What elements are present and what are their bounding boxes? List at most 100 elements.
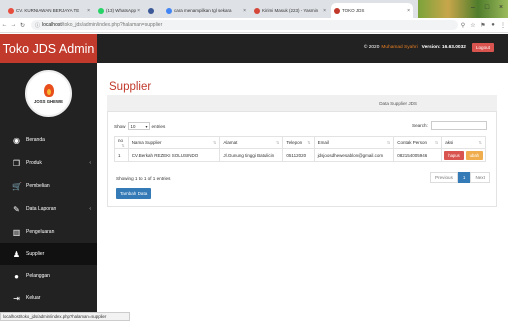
tab-label: Kirimi Masuk (223) - Yasmin <box>262 8 319 13</box>
minimize-icon[interactable]: – <box>466 0 480 18</box>
supplier-icon: ♟ <box>12 249 21 259</box>
logout-icon: ⇥ <box>13 293 20 303</box>
search-control: Search: <box>412 121 487 130</box>
sidebar-item-label: Data Laporan <box>26 206 57 212</box>
search-label: Search: <box>412 123 428 128</box>
sidebar-item-produk[interactable]: ❒ Produk ‹ <box>0 152 97 174</box>
show-label: Show <box>114 123 126 129</box>
next-button[interactable]: Next <box>470 172 490 183</box>
tab-close-icon[interactable]: × <box>87 8 90 14</box>
browser-tab-active[interactable]: TOKO JDS × <box>331 3 413 18</box>
google-icon <box>166 7 172 14</box>
tab-close-icon[interactable]: × <box>323 8 326 14</box>
author-text: Muhamad Syahri <box>381 45 418 50</box>
page-button-current[interactable]: 1 <box>457 172 471 183</box>
sidebar-item-supplier[interactable]: ♟ Supplier <box>0 243 97 265</box>
forward-icon[interactable]: → <box>9 22 18 28</box>
box-icon: ❒ <box>12 158 21 168</box>
logo-text: JOSS GHEWE <box>34 98 63 104</box>
profile-icon[interactable]: ● <box>488 22 498 28</box>
cart-icon: 🛒 <box>12 181 22 191</box>
whatsapp-icon <box>98 7 104 14</box>
copyright-text: © 2020 <box>363 45 380 50</box>
cell-email: jdsjoosdhewesablon@gmail.com <box>313 148 395 162</box>
tab-close-icon[interactable]: × <box>243 8 246 14</box>
chart-icon: ▥ <box>12 227 21 237</box>
table-header-row: no ⇅ Nama Supplier ⇅ Alamat ⇅ Telepon ⇅ Emai… <box>114 136 486 149</box>
sidebar-item-label: Pelanggan <box>26 273 50 279</box>
tab-favicon-icon <box>8 7 14 14</box>
browser-tab[interactable]: Kirimi Masuk (223) - Yasmin × <box>251 3 329 18</box>
cell-contak: 082154005946 <box>393 148 443 162</box>
extension-icon[interactable]: ⚑ <box>478 22 488 29</box>
url-input[interactable]: ⓘ localhost/toko_jds/admin/index.php?hal… <box>31 20 458 30</box>
sidebar-item-pelanggan[interactable]: ● Pelanggan <box>0 265 97 287</box>
column-header-contak[interactable]: Contak Person ⇅ <box>393 136 443 149</box>
logo: JOSS GHEWE <box>25 70 72 117</box>
tab-close-icon[interactable]: × <box>137 8 140 14</box>
browser-tab[interactable]: cara menampilkan tgl sekara × <box>163 3 249 18</box>
sidebar-item-label: Beranda <box>26 137 45 143</box>
star-icon[interactable]: ☆ <box>468 22 478 29</box>
column-header-email[interactable]: Email ⇅ <box>313 136 395 149</box>
column-header-no[interactable]: no ⇅ <box>114 136 129 149</box>
sidebar-item-label: Keluar <box>26 295 41 301</box>
column-header-aksi[interactable]: aksi ⇅ <box>441 136 486 149</box>
zoom-icon[interactable]: ⚲ <box>458 22 468 29</box>
browser-tab[interactable]: CV. KURNIAWAN BERJAYA TE × <box>5 3 93 18</box>
sidebar-item-keluar[interactable]: ⇥ Keluar <box>0 287 97 309</box>
pagination: Previous 1 Next <box>430 172 490 183</box>
chevron-left-icon: ‹ <box>89 206 91 212</box>
sidebar-item-pembelian[interactable]: 🛒 Pembelian <box>0 175 97 197</box>
table-row: 1 CV.Berkah REZEKI SOLUSINDO Jl.Gunung t… <box>114 148 486 162</box>
entries-select[interactable]: 10 ▾ <box>127 122 150 130</box>
tab-label: CV. KURNIAWAN BERJAYA TE <box>16 8 80 13</box>
reload-icon[interactable]: ↻ <box>18 22 27 29</box>
column-header-telepon[interactable]: Telepon ⇅ <box>282 136 315 149</box>
hapus-button[interactable]: hapus <box>444 150 464 160</box>
status-bar-url: localhost/toko_jds/admin/index.php?halam… <box>0 312 130 321</box>
facebook-icon <box>148 7 154 14</box>
browser-tab[interactable] <box>145 3 161 18</box>
sidebar-item-pengeluaran[interactable]: ▥ Pengeluaran <box>0 221 97 243</box>
url-host: localhost <box>42 22 62 28</box>
entries-length-control: Show 10 ▾ entries <box>114 122 165 130</box>
gmail-icon <box>254 7 260 14</box>
logout-button[interactable]: Logout <box>471 43 494 52</box>
browser-tab[interactable]: (13) WhatsApp × <box>95 3 143 18</box>
close-window-icon[interactable]: × <box>494 0 508 18</box>
maximize-icon[interactable]: □ <box>480 0 494 18</box>
menu-icon[interactable]: ⋮ <box>498 22 508 29</box>
flame-icon <box>43 83 54 97</box>
page-title: Supplier <box>109 81 152 93</box>
previous-button[interactable]: Previous <box>430 172 458 183</box>
add-data-button[interactable]: Tambah Data <box>116 188 152 199</box>
window-controls: – □ × <box>466 0 508 18</box>
supplier-table: no ⇅ Nama Supplier ⇅ Alamat ⇅ Telepon ⇅ Emai… <box>114 136 486 162</box>
column-header-alamat[interactable]: Alamat ⇅ <box>219 136 284 149</box>
sidebar-item-label: Pengeluaran <box>26 229 55 235</box>
sidebar-item-label: Pembelian <box>26 183 50 189</box>
info-icon: ⓘ <box>35 22 41 29</box>
version-text: Version: 16.63.0032 <box>421 45 466 50</box>
cell-aksi: hapus ubah <box>441 148 486 162</box>
tab-label: TOKO JDS <box>342 8 365 13</box>
user-icon: ● <box>14 271 19 281</box>
tab-close-icon[interactable]: × <box>407 8 410 14</box>
cell-nama: CV.Berkah REZEKI SOLUSINDO <box>127 148 221 162</box>
ubah-button[interactable]: ubah <box>465 150 483 160</box>
sidebar-item-data-laporan[interactable]: ✎ Data Laporan ‹ <box>0 198 97 220</box>
entries-label: entries <box>151 123 166 129</box>
dashboard-icon: ◉ <box>13 135 20 145</box>
sort-icon: ⇅ <box>213 140 217 145</box>
back-icon[interactable]: ← <box>0 22 9 28</box>
sort-icon: ⇅ <box>121 142 125 148</box>
sort-icon: ⇅ <box>478 140 482 145</box>
report-icon: ✎ <box>13 204 20 214</box>
search-input[interactable] <box>430 121 487 130</box>
sort-icon: ⇅ <box>307 140 311 145</box>
sidebar-item-label: Produk <box>26 160 42 166</box>
brand-title[interactable]: Toko JDS Admin <box>0 34 97 63</box>
column-header-nama[interactable]: Nama Supplier ⇅ <box>127 136 221 149</box>
sidebar-item-beranda[interactable]: ◉ Beranda <box>0 129 97 151</box>
